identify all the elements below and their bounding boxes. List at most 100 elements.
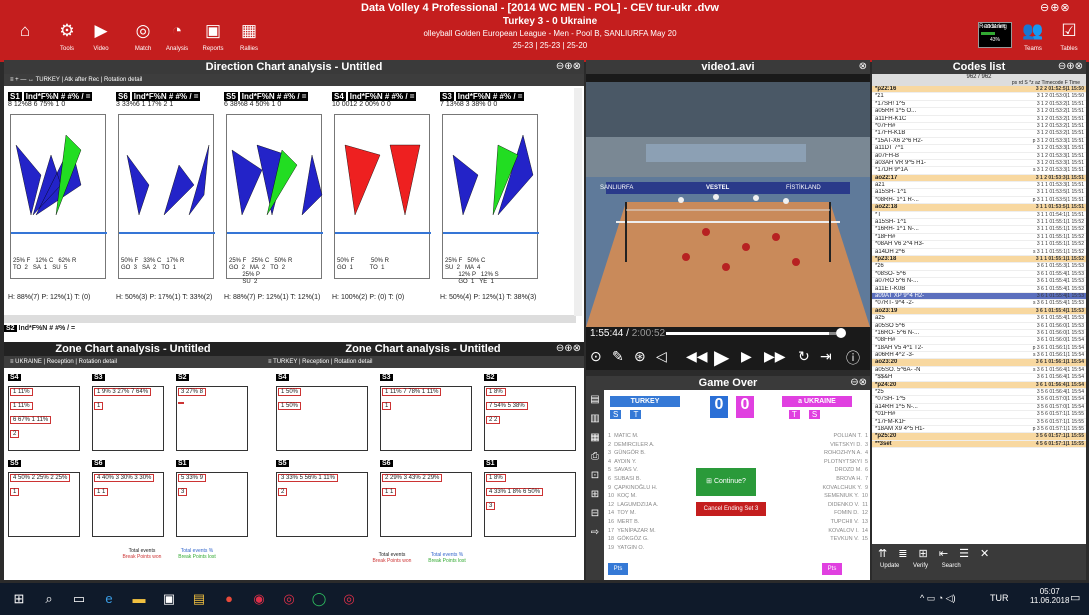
- tables-button[interactable]: ☑ Tables: [1052, 20, 1086, 60]
- code-row[interactable]: *01FH# 3 5 6 01:57:1|1 15:55: [872, 411, 1086, 419]
- video-button[interactable]: ▶ Video: [84, 20, 118, 60]
- code-row[interactable]: *16RO- 5^6 N-... 3 6 1 01:56:0|1 15:53: [872, 330, 1086, 338]
- code-row[interactable]: ao22:18 3 1 1 01:53:5|1 15:51: [872, 204, 1086, 212]
- roster-player[interactable]: FOMIN D. 12: [778, 509, 868, 518]
- code-row[interactable]: *p24:20 3 6 1 01:56:4|1 15:54: [872, 381, 1086, 390]
- code-row[interactable]: *17SH! 1^5 3 1 2 01:53:2|1 15:51: [872, 101, 1086, 109]
- code-row[interactable]: *08RH- 1^1 R-... p 3 1 1 01:53:5|1 15:51: [872, 197, 1086, 205]
- task-view-icon[interactable]: ▭: [70, 590, 88, 608]
- code-row[interactable]: a15SH- 1^1 3 1 1 01:55:1|1 15:52: [872, 219, 1086, 227]
- code-row[interactable]: *T 3 1 1 01:54:1|1 15:51: [872, 212, 1086, 220]
- datavolley2-icon[interactable]: ◎: [280, 590, 298, 608]
- info-icon[interactable]: ⓘ: [846, 348, 860, 368]
- forward-icon[interactable]: ⇥: [820, 348, 832, 365]
- edge-icon[interactable]: e: [100, 590, 118, 608]
- code-row[interactable]: *p25:20 3 5 6 01:57:1|1 15:55: [872, 433, 1086, 441]
- zone2-toolbar[interactable]: ≡ TURKEY | Reception | Rotation detail: [262, 356, 584, 368]
- search-icon[interactable]: ⌕: [40, 590, 58, 608]
- roster-player[interactable]: 3 GÜNGÖR B.: [608, 449, 698, 458]
- roster-player[interactable]: POLUAN T. 1: [778, 432, 868, 441]
- roster-player[interactable]: DIDENKO V. 11: [778, 501, 868, 510]
- gear-button[interactable]: ⚙ Tools: [50, 20, 84, 60]
- code-row[interactable]: a11FH-K1C 3 1 2 01:53:2|1 15:51: [872, 116, 1086, 123]
- language-indicator[interactable]: TUR: [990, 593, 1009, 603]
- roster-player[interactable]: 5 SAVAS V.: [608, 466, 698, 475]
- match-button[interactable]: ◎ Match: [126, 20, 160, 60]
- tray-icons[interactable]: ^ ▭ ◔ ◁): [920, 593, 956, 604]
- pts-b-button[interactable]: Pts: [822, 563, 842, 575]
- code-row[interactable]: a05SO. 5^6A- -N s 3 6 1 01:56:4|1 15:54: [872, 367, 1086, 375]
- code-row[interactable]: ao23:20 3 6 1 01:56:1|1 15:54: [872, 359, 1086, 367]
- file-explorer-icon[interactable]: ▬: [130, 590, 148, 608]
- codes-list[interactable]: *p22:16 3 2 2 01:52:5|1 15:50 *z1 3 1 2 01:…: [872, 86, 1086, 449]
- roster-player[interactable]: 18 GÖKGÖZ G.: [608, 535, 698, 544]
- code-row[interactable]: *07RT- 9^4 -2- s 3 6 1 01:55:4|1 15:53: [872, 300, 1086, 308]
- roster-player[interactable]: BROVA H. 7: [778, 475, 868, 484]
- analysis-button[interactable]: ◔ Analysis: [160, 20, 194, 60]
- code-row[interactable]: *15AT-X6 2^6 H2- p 3 1 2 01:53:3|1 15:51: [872, 138, 1086, 146]
- panel-controls[interactable]: ⊖⊕⊗: [556, 342, 581, 356]
- chrome-icon[interactable]: ●: [220, 590, 238, 608]
- roster-player[interactable]: KOVALCHUK Y. 9: [778, 484, 868, 493]
- code-row[interactable]: *17DH 9^1A s 3 1 2 01:53:3|1 15:51: [872, 167, 1086, 175]
- store-icon[interactable]: ▣: [160, 590, 178, 608]
- datavolley3-icon[interactable]: ◎: [340, 590, 358, 608]
- pts-a-button[interactable]: Pts: [608, 563, 628, 575]
- roster-player[interactable]: ROHOZHYN A. 4: [778, 449, 868, 458]
- roster-player[interactable]: VIETSKYI D. 3: [778, 441, 868, 450]
- code-row[interactable]: a11DT 7^1 3 1 2 01:53:3|1 15:51: [872, 145, 1086, 153]
- code-row[interactable]: *18FH# 3 1 1 01:55:1|1 15:52: [872, 234, 1086, 242]
- code-row[interactable]: *p22:16 3 2 2 01:52:5|1 15:50: [872, 86, 1086, 94]
- code-row[interactable]: *17FH-K1B 3 1 2 01:53:2|1 15:51: [872, 130, 1086, 138]
- code-row[interactable]: a07RO 5^6 N-... 3 6 1 01:55:4|1 15:53: [872, 278, 1086, 286]
- update-button[interactable]: Update: [880, 563, 899, 569]
- roster-player[interactable]: PLOTNYTSKYI 5: [778, 458, 868, 467]
- step-icon[interactable]: ▶: [741, 348, 752, 365]
- team-b-buttons[interactable]: + T + S: [782, 410, 821, 419]
- roster-player[interactable]: 14 TOY M.: [608, 509, 698, 518]
- codes-action-icons[interactable]: ⇈ ≣ ⊞ ⇤ ☰ ✕: [872, 544, 1086, 563]
- teams-button[interactable]: 👥 Teams: [1016, 20, 1050, 60]
- roster-player[interactable]: 19 YATGIN O.: [608, 544, 698, 553]
- rewind-icon[interactable]: ◀◀: [686, 348, 708, 365]
- direction-chart-toolbar[interactable]: ≡ + — ↔ TURKEY | Atk after Rec | Rotatio…: [4, 74, 584, 86]
- seek-handle[interactable]: [836, 328, 846, 338]
- play-icon[interactable]: ▶: [714, 345, 729, 370]
- code-row[interactable]: *08FH# 3 6 1 01:56:0|1 15:54: [872, 337, 1086, 345]
- close-icon[interactable]: ⊗: [859, 60, 867, 74]
- window-controls[interactable]: ⊖⊕⊗: [1040, 1, 1071, 14]
- app-icon[interactable]: ▤: [190, 590, 208, 608]
- notification-icon[interactable]: ▭: [1070, 591, 1080, 604]
- rendering-button[interactable]: Rendering: [976, 20, 1010, 60]
- code-row[interactable]: *07FH# 3 1 2 01:53:2|1 15:51: [872, 123, 1086, 131]
- code-row[interactable]: *08AH V6 2^4 H3- 3 1 1 01:55:1|1 15:52: [872, 241, 1086, 249]
- code-row[interactable]: a14RH 1^5 N-... 3 5 6 01:57:0|1 15:54: [872, 404, 1086, 412]
- team-a-buttons[interactable]: S + T +: [610, 410, 648, 419]
- clock[interactable]: 05:07 11.06.2018: [1030, 587, 1069, 605]
- speed-icon[interactable]: ⊛: [634, 348, 646, 365]
- code-row[interactable]: a03AH VR 9^5 H1- 3 1 2 01:53:3|1 15:51: [872, 160, 1086, 168]
- roster-player[interactable]: 16 MERT B.: [608, 518, 698, 527]
- roster-player[interactable]: 12 LAGUMDZIJA A.: [608, 501, 698, 510]
- code-row[interactable]: *17FM-K1F 3 5 6 01:57:1|1 15:55: [872, 419, 1086, 426]
- code-row[interactable]: *z5 3 5 6 01:56:4|1 15:54: [872, 389, 1086, 397]
- datavolley-icon[interactable]: ◉: [250, 590, 268, 608]
- code-row[interactable]: *z6 3 6 1 01:55:3|1 15:53: [872, 263, 1086, 271]
- code-row[interactable]: *08SO- 5^6 3 6 1 01:55:4|1 15:53: [872, 271, 1086, 279]
- code-row[interactable]: a09AT XP 9^4 H2- 3 6 1 01:55:4|1 15:53: [872, 292, 1086, 301]
- game-side-toolbar[interactable]: ▤ ▥ ▦ ⎙ ⊡ ⊞ ⊟ ⇨: [586, 390, 604, 580]
- pen-icon[interactable]: ✎: [612, 348, 624, 365]
- code-row[interactable]: a05RH 1^5 O... 3 1 2 01:53:2|1 15:51: [872, 108, 1086, 116]
- roster-player[interactable]: KOVALOV I. 14: [778, 527, 868, 536]
- panel-controls[interactable]: ⊖⊕⊗: [1058, 60, 1083, 74]
- continue-button[interactable]: ⊞ Continue?: [696, 468, 756, 496]
- roster-player[interactable]: 6 SUBASI B.: [608, 475, 698, 484]
- code-row[interactable]: *18AH V5 4^1 T2- p 3 6 1 01:56:1|1 15:54: [872, 345, 1086, 353]
- rallies-button[interactable]: ▦ Rallies: [232, 20, 266, 60]
- roster-player[interactable]: DROZD M. 6: [778, 466, 868, 475]
- roster-player[interactable]: 17 YENİPAZAR M.: [608, 527, 698, 536]
- roster-player[interactable]: 9 ÇAPKINOĞLU H.: [608, 484, 698, 493]
- code-row[interactable]: a11ET-K0B 3 6 1 01:55:4|1 15:53: [872, 286, 1086, 293]
- volume-icon[interactable]: ◁: [656, 348, 667, 365]
- code-row[interactable]: **3set 4 5 6 01:57:1|1 15:55: [872, 440, 1086, 449]
